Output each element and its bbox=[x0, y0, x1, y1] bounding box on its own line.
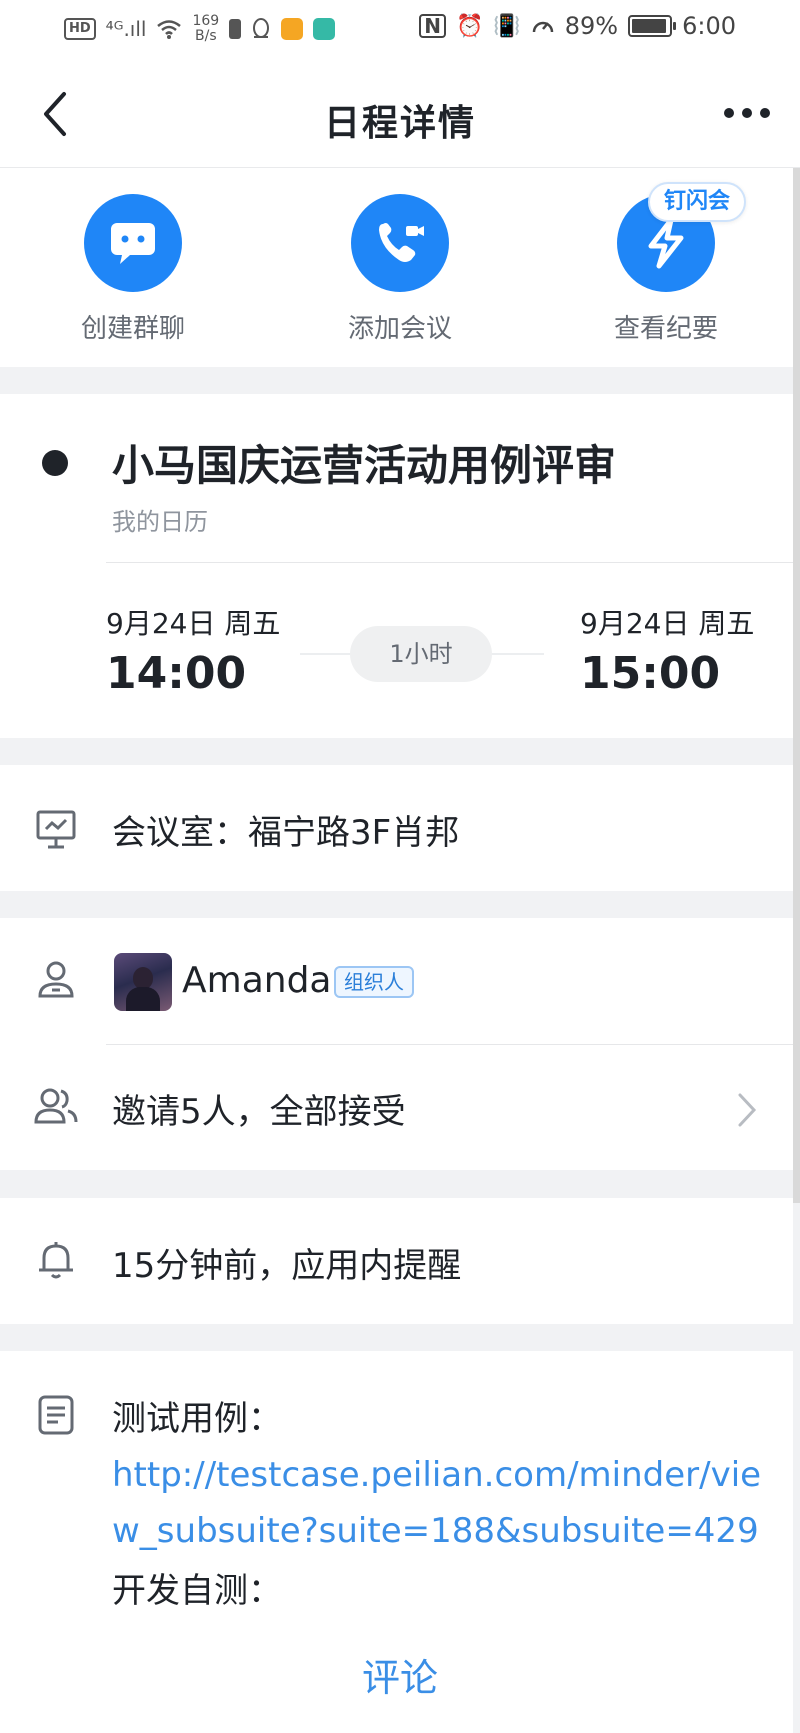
flash-meeting-badge: 钉闪会 bbox=[648, 182, 747, 222]
participants-card: Amanda 组织人 邀请5人，全部接受 bbox=[0, 918, 793, 1170]
avatar[interactable] bbox=[114, 953, 172, 1011]
organizer-icon bbox=[38, 961, 74, 998]
chevron-right-icon[interactable] bbox=[735, 1090, 759, 1130]
boss-app-icon bbox=[313, 18, 336, 40]
action-label: 创建群聊 bbox=[80, 314, 185, 344]
alarm-icon: ⏰ bbox=[455, 13, 484, 39]
net-speed: 169 B/s bbox=[192, 13, 220, 44]
description-icon bbox=[38, 1395, 74, 1435]
action-label: 添加会议 bbox=[347, 314, 452, 344]
video-call-icon bbox=[351, 194, 449, 292]
bell-icon bbox=[39, 1242, 73, 1279]
signal-icon: ⁴ᴳ.ıll bbox=[105, 17, 147, 41]
hd-indicator: HD bbox=[64, 18, 96, 40]
invitees-row[interactable]: 邀请5人，全部接受 bbox=[112, 1084, 406, 1133]
speed-icon bbox=[532, 21, 553, 33]
page-title: 日程详情 bbox=[323, 103, 476, 144]
calendar-color-dot bbox=[42, 450, 68, 476]
battery-icon bbox=[628, 15, 677, 37]
description-line: 开发自测： bbox=[112, 1571, 282, 1611]
divider bbox=[106, 562, 793, 563]
action-label: 查看纪要 bbox=[613, 314, 718, 344]
alert-icon bbox=[229, 19, 242, 39]
battery-percent: 89% bbox=[564, 12, 619, 40]
duration-badge: 1小时 bbox=[350, 626, 492, 682]
divider bbox=[106, 1044, 793, 1045]
start-time: 14:00 bbox=[106, 648, 247, 699]
clock: 6:00 bbox=[682, 12, 736, 40]
status-bar: HD ⁴ᴳ.ıll 169 B/s N ⏰ 📳 89% 6:00 bbox=[0, 0, 800, 60]
event-card: 小马国庆运营活动用例评审 我的日历 9月24日 周五 14:00 1小时 9月2… bbox=[0, 394, 793, 738]
calendar-name: 我的日历 bbox=[112, 508, 208, 536]
reminder-row[interactable]: 15分钟前，应用内提醒 bbox=[0, 1198, 793, 1324]
event-title: 小马国庆运营活动用例评审 bbox=[112, 441, 617, 490]
add-meeting-button[interactable]: 添加会议 bbox=[320, 194, 480, 345]
end-time: 15:00 bbox=[580, 648, 721, 699]
organizer-name[interactable]: Amanda bbox=[182, 960, 331, 1001]
description-card: 测试用例： http://testcase.peilian.com/minder… bbox=[0, 1351, 793, 1733]
start-date: 9月24日 周五 bbox=[106, 607, 281, 640]
nfc-icon: N bbox=[419, 14, 446, 38]
description-line: 测试用例： bbox=[112, 1399, 282, 1439]
create-group-chat-button[interactable]: 创建群聊 bbox=[53, 194, 213, 345]
app-notification-icon bbox=[281, 18, 304, 40]
meeting-room-text: 会议室：福宁路3F肖邦 bbox=[112, 813, 460, 853]
scrollbar[interactable] bbox=[793, 168, 800, 1203]
participants-icon bbox=[34, 1088, 78, 1124]
chat-icon bbox=[84, 194, 182, 292]
meeting-room-icon bbox=[36, 810, 76, 849]
nav-bar: 日程详情 bbox=[0, 60, 800, 168]
organizer-tag: 组织人 bbox=[334, 966, 414, 998]
test-case-link[interactable]: http://testcase.peilian.com/minder/view_… bbox=[112, 1447, 772, 1559]
qq-icon bbox=[253, 18, 270, 38]
vibrate-icon: 📳 bbox=[493, 13, 521, 39]
reminder-text: 15分钟前，应用内提醒 bbox=[112, 1246, 462, 1286]
end-date: 9月24日 周五 bbox=[580, 607, 755, 640]
meeting-room-row[interactable]: 会议室：福宁路3F肖邦 bbox=[0, 765, 793, 891]
wifi-icon bbox=[157, 20, 182, 39]
more-icon[interactable] bbox=[724, 108, 770, 118]
comment-button[interactable]: 评论 bbox=[0, 1647, 800, 1702]
